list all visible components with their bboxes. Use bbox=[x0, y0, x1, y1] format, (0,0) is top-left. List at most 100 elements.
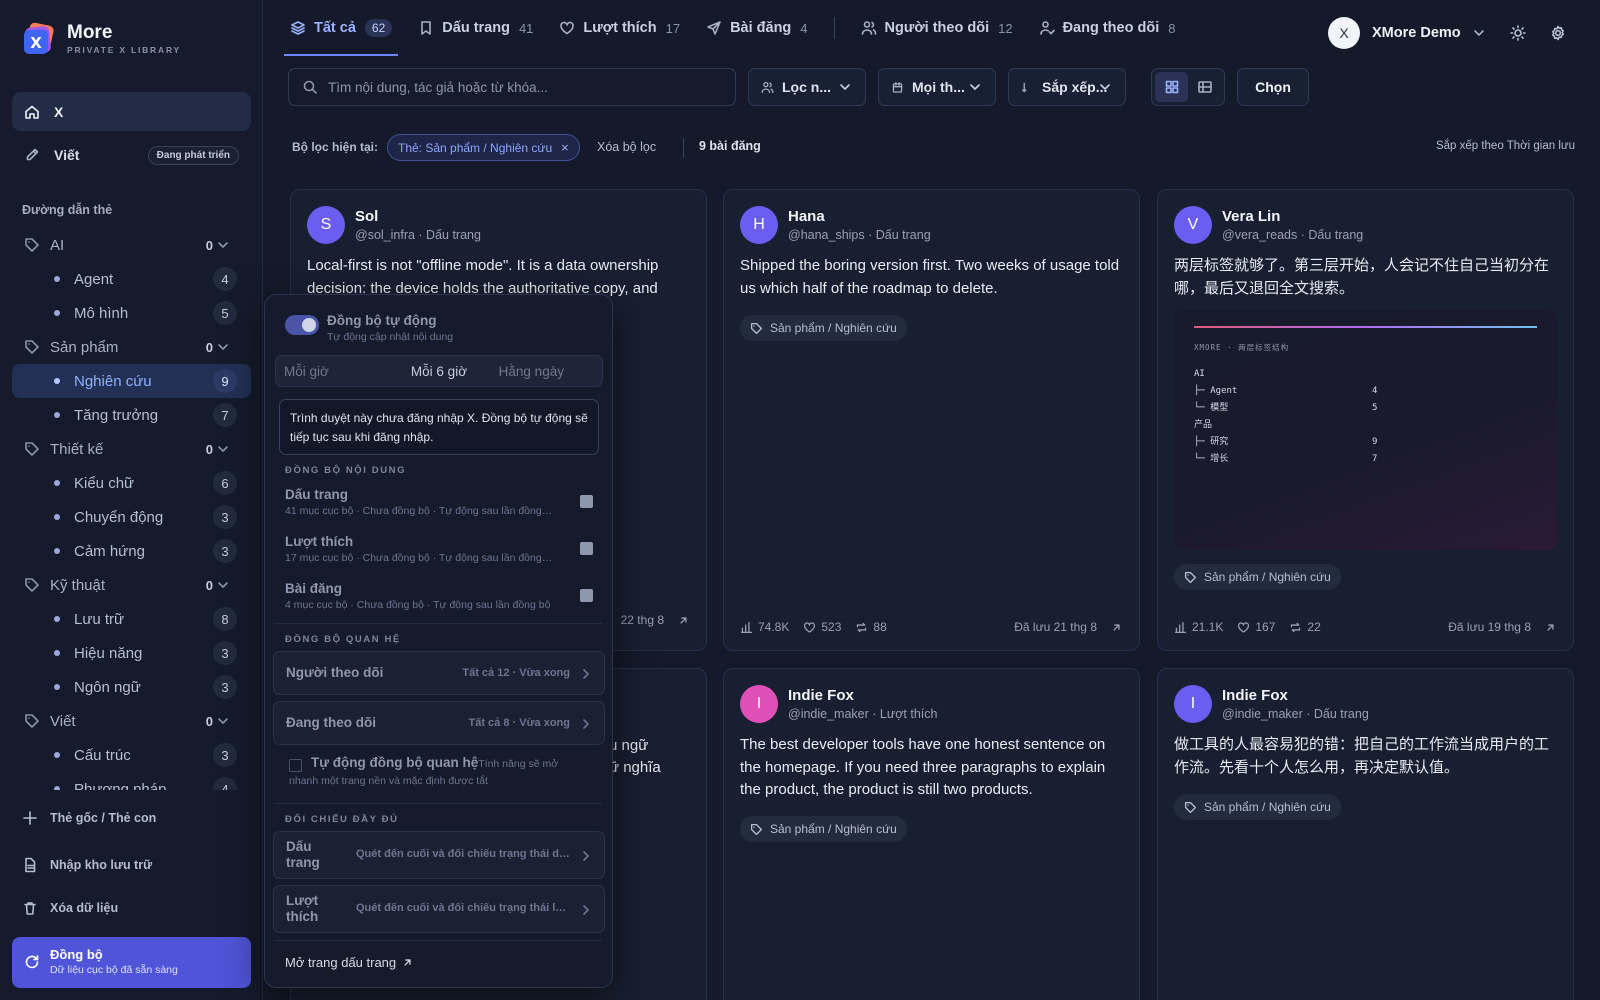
theme-toggle-button[interactable] bbox=[1510, 25, 1526, 41]
relation-sync-followers[interactable]: Người theo dõi Tất cả 12 · Vừa xong bbox=[273, 651, 605, 695]
tag-item-research[interactable]: Nghiên cứu 9 bbox=[12, 364, 251, 398]
tag-item-language[interactable]: Ngôn ngữ 3 bbox=[12, 670, 251, 704]
card-footer: 74.8K 523 88 Đã lưu 21 thg 8 bbox=[740, 620, 1123, 634]
tab-following[interactable]: Đang theo dõi 8 bbox=[1039, 0, 1175, 56]
author-name[interactable]: Indie Fox bbox=[1222, 687, 1369, 704]
tag-group-product[interactable]: Sản phẩm 0 bbox=[12, 330, 251, 364]
settings-button[interactable] bbox=[1550, 25, 1566, 41]
card-header: I Indie Fox @indie_maker · Lượt thích bbox=[740, 685, 937, 723]
tab-all[interactable]: Tất cả 62 bbox=[283, 0, 399, 56]
interval-option-6h[interactable]: Mỗi 6 giờ bbox=[387, 356, 490, 386]
tab-followers[interactable]: Người theo dõi 12 bbox=[861, 0, 1013, 56]
checkbox[interactable] bbox=[580, 495, 593, 508]
close-icon[interactable]: × bbox=[561, 140, 569, 155]
tag-item-label: Nghiên cứu bbox=[74, 372, 152, 390]
chevron-down-icon bbox=[218, 242, 228, 248]
author-name[interactable]: Sol bbox=[355, 208, 481, 225]
sync-button[interactable]: Đồng bộ Dữ liệu cục bộ đã sẵn sàng bbox=[12, 937, 251, 988]
tab-bookmarks[interactable]: Dấu trang 41 bbox=[418, 0, 533, 56]
list-view-button[interactable] bbox=[1188, 72, 1221, 102]
open-external-button[interactable] bbox=[677, 614, 690, 627]
tag-group-count: 0 bbox=[205, 441, 213, 457]
tag-item-agent[interactable]: Agent 4 bbox=[12, 262, 251, 296]
tag-item-method[interactable]: Phương pháp 4 bbox=[12, 772, 251, 790]
chevron-right-icon bbox=[583, 669, 589, 679]
nav-item-x[interactable]: X bbox=[12, 92, 251, 131]
auto-sync-toggle[interactable] bbox=[285, 315, 319, 335]
tag-chip[interactable]: Sản phẩm / Nghiên cứu bbox=[740, 315, 907, 341]
card-header: H Hana @hana_ships · Dấu trang bbox=[740, 206, 931, 244]
tag-chip[interactable]: Sản phẩm / Nghiên cứu bbox=[1174, 794, 1341, 820]
tag-item-performance[interactable]: Hiệu năng 3 bbox=[12, 636, 251, 670]
calendar-icon bbox=[892, 81, 903, 93]
avatar: H bbox=[740, 206, 778, 244]
content-sync-bookmarks[interactable]: Dấu trang 41 mục cục bộ · Chưa đồng bộ ·… bbox=[285, 487, 593, 517]
clear-filter-button[interactable]: Xóa bộ lọc bbox=[597, 140, 656, 154]
delete-data-button[interactable]: Xóa dữ liệu bbox=[22, 900, 118, 916]
post-card[interactable]: I Indie Fox @indie_maker · Dấu trang 做工具… bbox=[1157, 668, 1574, 1000]
post-card[interactable]: H Hana @hana_ships · Dấu trang Shipped t… bbox=[723, 189, 1140, 651]
tag-item-motion[interactable]: Chuyển động 3 bbox=[12, 500, 251, 534]
preview-value: 4 bbox=[1372, 386, 1378, 396]
tag-dot bbox=[54, 412, 60, 418]
reconcile-bookmarks[interactable]: Dấu trang Quét đến cuối và đối chiếu trạ… bbox=[273, 831, 605, 879]
filter-chip[interactable]: Thẻ: Sản phẩm / Nghiên cứu × bbox=[387, 134, 580, 161]
tag-item-count: 3 bbox=[213, 675, 237, 699]
tag-item-count: 4 bbox=[213, 267, 237, 291]
brand[interactable]: X More PRIVATE X LIBRARY bbox=[22, 22, 181, 56]
search-box[interactable] bbox=[288, 68, 736, 106]
tag-tree[interactable]: AI 0 Agent 4 Mô hình 5 Sản phẩm 0 Nghiên c… bbox=[12, 228, 251, 790]
author-name[interactable]: Hana bbox=[788, 208, 931, 225]
open-bookmarks-link[interactable]: Mở trang dấu trang bbox=[285, 955, 414, 970]
tag-item-inspiration[interactable]: Cảm hứng 3 bbox=[12, 534, 251, 568]
checkbox[interactable] bbox=[580, 589, 593, 602]
import-archive-button[interactable]: Nhập kho lưu trữ bbox=[22, 857, 152, 873]
tab-likes[interactable]: Lượt thích 17 bbox=[559, 0, 680, 56]
select-button[interactable]: Chọn bbox=[1237, 68, 1309, 106]
tag-chip[interactable]: Sản phẩm / Nghiên cứu bbox=[1174, 564, 1341, 590]
author-name[interactable]: Indie Fox bbox=[788, 687, 937, 704]
content-sync-likes[interactable]: Lượt thích 17 mục cục bộ · Chưa đồng bộ … bbox=[285, 534, 593, 564]
author-name[interactable]: Vera Lin bbox=[1222, 208, 1363, 225]
tab-posts[interactable]: Bài đăng 4 bbox=[706, 0, 808, 56]
tag-group-ai[interactable]: AI 0 bbox=[12, 228, 251, 262]
auto-relation-sync-option[interactable]: Tự động đồng bộ quan hệTính năng sẽ mở n… bbox=[289, 755, 589, 789]
tag-group-design[interactable]: Thiết kế 0 bbox=[12, 432, 251, 466]
tag-group-writing[interactable]: Viết 0 bbox=[12, 704, 251, 738]
reconcile-likes[interactable]: Lượt thích Quét đến cuối và đối chiếu tr… bbox=[273, 885, 605, 933]
people-filter-dropdown[interactable]: Lọc n... bbox=[748, 68, 866, 106]
tag-item-model[interactable]: Mô hình 5 bbox=[12, 296, 251, 330]
time-filter-dropdown[interactable]: Mọi th... bbox=[878, 68, 996, 106]
nav-item-x-label: X bbox=[54, 103, 64, 120]
checkbox[interactable] bbox=[289, 759, 302, 772]
tag-item-growth[interactable]: Tăng trưởng 7 bbox=[12, 398, 251, 432]
tag-group-count: 0 bbox=[205, 577, 213, 593]
tag-group-engineering[interactable]: Kỹ thuật 0 bbox=[12, 568, 251, 602]
tag-chip[interactable]: Sản phẩm / Nghiên cứu bbox=[740, 816, 907, 842]
interval-option-daily[interactable]: Hằng ngày bbox=[491, 356, 602, 386]
search-input[interactable] bbox=[328, 79, 708, 95]
open-external-button[interactable] bbox=[1110, 621, 1123, 634]
post-image-preview[interactable]: XMORE · 两层标签结构 AI ├─ Agent 4 └─ 模型 5 产品 ├─… bbox=[1174, 310, 1557, 550]
divider bbox=[275, 940, 602, 941]
tag-item-count: 4 bbox=[213, 777, 237, 790]
tag-item-storage[interactable]: Lưu trữ 8 bbox=[12, 602, 251, 636]
post-card[interactable]: V Vera Lin @vera_reads · Dấu trang 两层标签就… bbox=[1157, 189, 1574, 651]
interval-option-hourly[interactable]: Mỗi giờ bbox=[276, 356, 387, 386]
content-sync-posts[interactable]: Bài đăng 4 mục cục bộ · Chưa đồng bộ · T… bbox=[285, 581, 593, 611]
add-tag-button[interactable]: Thẻ gốc / Thẻ con bbox=[22, 810, 156, 826]
checkbox[interactable] bbox=[580, 542, 593, 555]
grid-view-button[interactable] bbox=[1155, 72, 1188, 102]
tag-item-typography[interactable]: Kiểu chữ 6 bbox=[12, 466, 251, 500]
user-menu[interactable]: X XMore Demo bbox=[1328, 17, 1487, 49]
relation-sync-following[interactable]: Đang theo dõi Tất cả 8 · Vừa xong bbox=[273, 701, 605, 745]
post-card[interactable]: I Indie Fox @indie_maker · Lượt thích Th… bbox=[723, 668, 1140, 1000]
sort-dropdown[interactable]: Sắp xếp... bbox=[1008, 68, 1126, 106]
tag-item-label: Mô hình bbox=[74, 304, 129, 322]
external-link-icon bbox=[1113, 623, 1120, 631]
tag-item-structure[interactable]: Cấu trúc 3 bbox=[12, 738, 251, 772]
open-external-button[interactable] bbox=[1544, 621, 1557, 634]
tag-icon bbox=[25, 442, 39, 456]
tags-section-title: Đường dẫn thẻ bbox=[22, 203, 113, 217]
tag-item-count: 9 bbox=[213, 369, 237, 393]
